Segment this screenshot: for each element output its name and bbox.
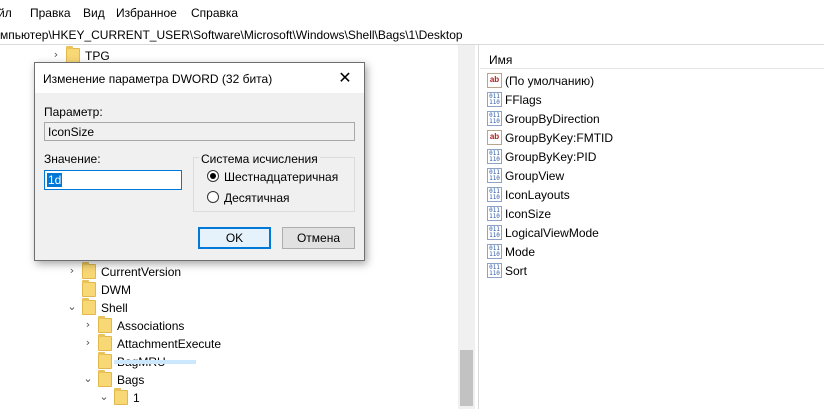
dword-value-icon: 011 110 bbox=[487, 225, 502, 240]
value-name: GroupByKey:FMTID bbox=[505, 131, 614, 145]
dword-value-icon: 011 110 bbox=[487, 149, 502, 164]
string-value-icon: ab bbox=[487, 73, 502, 88]
value-name: GroupByDirection bbox=[505, 112, 600, 126]
chevron-right-icon[interactable]: › bbox=[82, 337, 94, 349]
dword-value-icon: 011 110 bbox=[487, 206, 502, 221]
chevron-down-icon[interactable]: ⌄ bbox=[82, 373, 94, 385]
column-header-name[interactable]: Имя bbox=[489, 53, 512, 67]
folder-icon bbox=[98, 334, 112, 351]
tree-item-label: CurrentVersion bbox=[101, 265, 182, 279]
param-name-value: IconSize bbox=[48, 125, 95, 139]
radio-decimal-label[interactable]: Десятичная bbox=[224, 191, 290, 205]
pane-splitter[interactable] bbox=[478, 45, 479, 409]
value-label: Значение: bbox=[44, 152, 101, 166]
menu-help[interactable]: Справка bbox=[191, 6, 238, 20]
folder-icon bbox=[82, 298, 96, 315]
menu-edit[interactable]: Правка bbox=[30, 6, 71, 20]
folder-icon bbox=[82, 262, 96, 279]
folder-icon bbox=[98, 316, 112, 333]
tree-item[interactable]: › CurrentVersion bbox=[0, 262, 220, 281]
menu-bar: йл Правка Вид Избранное Справка bbox=[0, 0, 824, 25]
dword-value-icon: 011 110 bbox=[487, 263, 502, 278]
dword-value-icon: 011 110 bbox=[487, 187, 502, 202]
folder-icon bbox=[82, 280, 96, 297]
value-name: GroupByKey:PID bbox=[505, 150, 597, 164]
dword-value-icon: 011 110 bbox=[487, 244, 502, 259]
value-data-input[interactable]: 1d bbox=[44, 170, 182, 190]
value-name: Sort bbox=[505, 264, 528, 278]
value-name: LogicalViewMode bbox=[505, 226, 599, 240]
value-name: FFlags bbox=[505, 93, 542, 107]
address-bar[interactable]: мпьютер\HKEY_CURRENT_USER\Software\Micro… bbox=[0, 25, 824, 45]
address-path[interactable]: мпьютер\HKEY_CURRENT_USER\Software\Micro… bbox=[0, 28, 463, 42]
column-header-divider bbox=[480, 68, 824, 69]
chevron-right-icon[interactable]: › bbox=[50, 49, 62, 61]
tree-item-label: TPG bbox=[85, 49, 110, 63]
folder-icon bbox=[114, 388, 128, 405]
ok-button[interactable]: OK bbox=[198, 227, 271, 249]
radio-hex-label[interactable]: Шестнадцатеричная bbox=[224, 170, 338, 184]
string-value-icon: ab bbox=[487, 130, 502, 145]
tree-item[interactable]: ⌄ 1 bbox=[0, 388, 240, 407]
tree-item[interactable]: › AttachmentExecute bbox=[0, 334, 240, 353]
param-label: Параметр: bbox=[44, 105, 103, 119]
tree-item[interactable]: ⌄ Shell bbox=[0, 298, 220, 317]
value-name: IconLayouts bbox=[505, 188, 570, 202]
menu-view[interactable]: Вид bbox=[83, 6, 105, 20]
value-name: (По умолчанию) bbox=[505, 74, 595, 88]
tree-item-label: Shell bbox=[101, 301, 128, 315]
tree-item-label: DWM bbox=[101, 283, 131, 297]
dword-value-icon: 011 110 bbox=[487, 111, 502, 126]
folder-icon bbox=[66, 46, 80, 63]
value-name: IconSize bbox=[505, 207, 552, 221]
cancel-button[interactable]: Отмена bbox=[282, 227, 355, 249]
tree-item[interactable]: › Associations bbox=[0, 316, 240, 335]
dialog-titlebar[interactable]: Изменение параметра DWORD (32 бита) ✕ bbox=[35, 63, 364, 93]
value-data-text: 1d bbox=[47, 173, 63, 187]
param-name-field: IconSize bbox=[44, 122, 355, 141]
tree-item-label: Associations bbox=[117, 319, 185, 333]
value-name: GroupView bbox=[505, 169, 565, 183]
radio-decimal[interactable] bbox=[207, 191, 219, 203]
tree-selection-highlight bbox=[114, 360, 196, 364]
tree-item-label: Bags bbox=[117, 373, 145, 387]
chevron-down-icon[interactable]: ⌄ bbox=[66, 301, 78, 313]
close-icon[interactable]: ✕ bbox=[333, 67, 357, 89]
folder-icon bbox=[98, 352, 112, 369]
tree-scrollbar-thumb[interactable] bbox=[460, 350, 473, 406]
tree-item[interactable]: DWM bbox=[0, 280, 220, 299]
dword-value-icon: 011 110 bbox=[487, 168, 502, 183]
value-name: Mode bbox=[505, 245, 536, 259]
menu-favorites[interactable]: Избранное bbox=[116, 6, 177, 20]
folder-icon bbox=[98, 370, 112, 387]
edit-dword-dialog: Изменение параметра DWORD (32 бита) ✕ Па… bbox=[34, 62, 365, 261]
radio-hex[interactable] bbox=[207, 170, 219, 182]
tree-item-label: 1 bbox=[133, 391, 140, 405]
chevron-down-icon[interactable]: ⌄ bbox=[98, 391, 110, 403]
base-group-title: Система исчисления bbox=[199, 152, 320, 166]
chevron-right-icon[interactable]: › bbox=[66, 265, 78, 277]
dialog-title: Изменение параметра DWORD (32 бита) bbox=[43, 72, 273, 86]
chevron-right-icon[interactable]: › bbox=[82, 319, 94, 331]
tree-item[interactable]: ⌄ Bags bbox=[0, 370, 240, 389]
tree-item-label: AttachmentExecute bbox=[117, 337, 222, 351]
dword-value-icon: 011 110 bbox=[487, 92, 502, 107]
menu-file[interactable]: йл bbox=[0, 6, 12, 20]
